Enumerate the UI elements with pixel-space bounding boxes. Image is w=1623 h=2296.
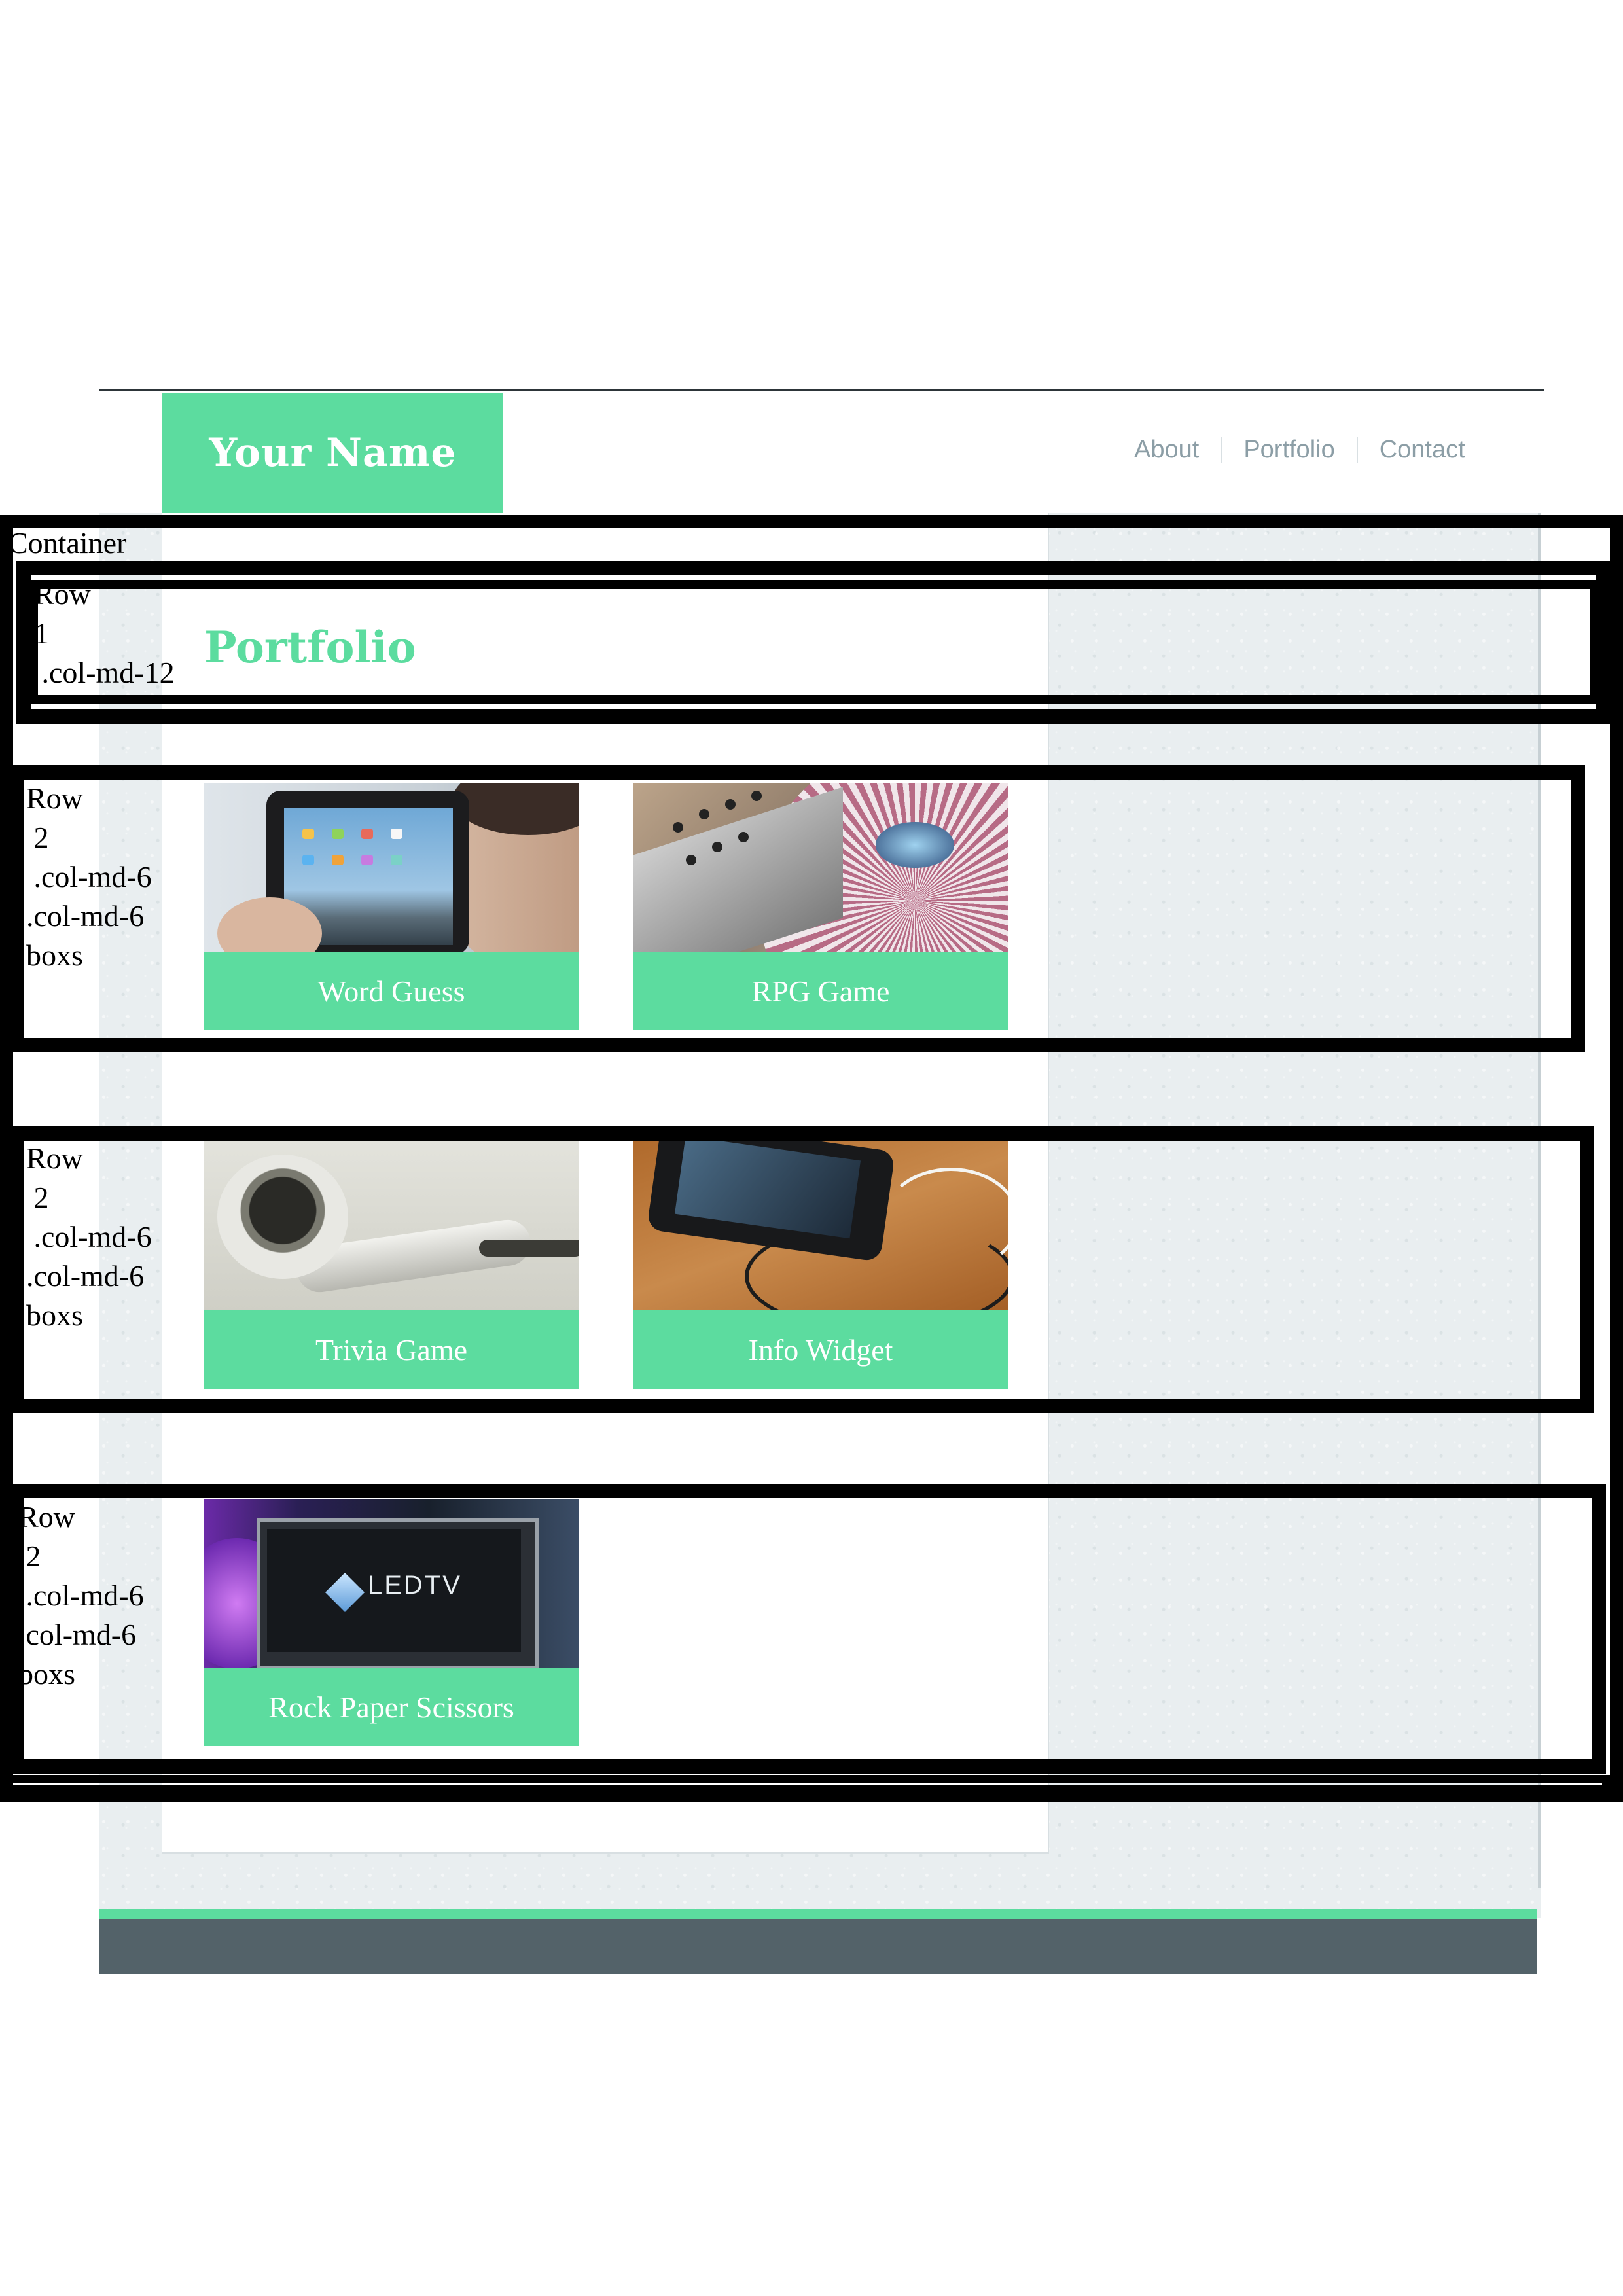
nav-link-about[interactable]: About (1113, 430, 1221, 469)
annotation-container-label: Container (8, 526, 127, 560)
nav-link-contact[interactable]: Contact (1358, 430, 1487, 469)
main-nav: About Portfolio Contact (1113, 430, 1487, 469)
annotation-row1-inner-box (29, 580, 1599, 704)
brand-name: Your Name (209, 430, 457, 476)
annotation-row3-box (9, 1126, 1594, 1413)
nav-link-portfolio[interactable]: Portfolio (1222, 430, 1356, 469)
footer-accent-bar (99, 1909, 1537, 1919)
footer (99, 1919, 1537, 1974)
annotation-row2-label: Row 2 .col-md-6 .col-md-6 boxs (26, 781, 152, 972)
brand-logo[interactable]: Your Name (162, 393, 503, 513)
annotation-row4-box (9, 1484, 1606, 1774)
annotation-row2-box (9, 765, 1585, 1052)
annotation-row3-label: Row 2 .col-md-6 .col-md-6 boxs (26, 1141, 152, 1332)
annotation-container-bottom (0, 1775, 1610, 1793)
annotation-row4-label: Row 2 .col-md-6 .col-md-6 boxs (18, 1500, 144, 1691)
annotation-row1-label: Row 1 .col-md-12 (34, 577, 175, 689)
